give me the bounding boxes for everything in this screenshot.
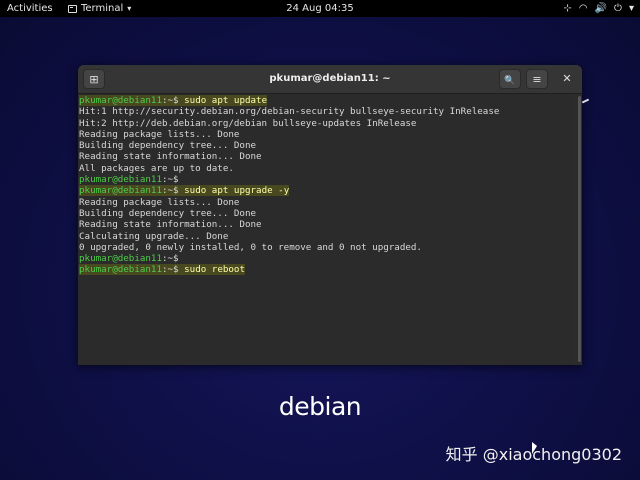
command-text: sudo reboot — [184, 264, 245, 276]
prompt-path: :~$ — [161, 185, 185, 197]
terminal-line: Building dependency tree... Done — [78, 208, 574, 219]
prompt-path: :~$ — [161, 264, 185, 276]
output-text: Hit:1 http://security.debian.org/debian-… — [79, 106, 500, 118]
window-headerbar[interactable]: ⊞ pkumar@debian11: ~ 🔍 ≡ ✕ — [78, 65, 582, 94]
output-text: Reading state information... Done — [79, 219, 262, 231]
output-text: Reading state information... Done — [79, 151, 262, 163]
wifi-icon[interactable]: ◠ — [579, 0, 588, 17]
search-button[interactable]: 🔍 — [499, 69, 521, 89]
output-text: Building dependency tree... Done — [79, 207, 257, 219]
output-text: Reading package lists... Done — [79, 128, 240, 140]
close-button[interactable]: ✕ — [556, 69, 578, 89]
terminal-line: Hit:1 http://security.debian.org/debian-… — [78, 106, 574, 117]
command-text: sudo apt update — [184, 95, 268, 106]
terminal-line: Hit:2 http://deb.debian.org/debian bulls… — [78, 118, 574, 129]
volume-icon[interactable]: 🔊 — [595, 0, 607, 17]
activities-button[interactable]: Activities — [7, 0, 53, 17]
mouse-pointer-icon — [532, 442, 537, 454]
mouse-cursor-mark — [581, 98, 590, 104]
output-text: Reading package lists... Done — [79, 196, 240, 208]
network-icon[interactable]: ⊹ — [563, 0, 571, 17]
prompt-user-host: pkumar@debian11 — [79, 95, 162, 106]
chevron-down-icon: ▾ — [127, 4, 132, 13]
output-text: Building dependency tree... Done — [79, 140, 257, 152]
hamburger-menu-button[interactable]: ≡ — [526, 69, 548, 89]
terminal-line: pkumar@debian11:~$ sudo apt update — [78, 95, 574, 106]
terminal-line: Reading state information... Done — [78, 219, 574, 230]
output-text: 0 upgraded, 0 newly installed, 0 to remo… — [79, 241, 422, 253]
prompt-path: :~$ — [161, 253, 185, 265]
command-text: sudo apt upgrade -y — [184, 185, 290, 197]
scrollbar[interactable] — [577, 94, 582, 365]
output-text: Calculating upgrade... Done — [79, 230, 229, 242]
power-icon[interactable]: ⏻ — [614, 0, 622, 17]
chevron-down-icon[interactable]: ▾ — [629, 0, 634, 17]
prompt-user-host: pkumar@debian11 — [79, 264, 162, 276]
terminal-line: pkumar@debian11:~$ sudo reboot — [78, 264, 574, 276]
search-icon: 🔍 — [504, 76, 516, 86]
terminal-output[interactable]: pkumar@debian11:~$ sudo apt update Hit:1 … — [78, 94, 574, 365]
output-text: Hit:2 http://deb.debian.org/debian bulls… — [79, 117, 417, 129]
prompt-user-host: pkumar@debian11 — [79, 174, 162, 186]
terminal-line: pkumar@debian11:~$ — [78, 174, 574, 185]
terminal-line: pkumar@debian11:~$ sudo apt upgrade -y — [78, 185, 574, 197]
close-icon: ✕ — [562, 72, 572, 85]
top-bar: Activities Terminal ▾ 24 Aug 04:35 ⊹ ◠ 🔊… — [0, 0, 640, 17]
terminal-line: Calculating upgrade... Done — [78, 231, 574, 242]
terminal-line: Reading state information... Done — [78, 151, 574, 162]
prompt-path: :~$ — [161, 174, 185, 186]
app-menu-label: Terminal — [81, 3, 124, 14]
terminal-line: 0 upgraded, 0 newly installed, 0 to remo… — [78, 242, 574, 253]
system-tray[interactable]: ⊹ ◠ 🔊 ⏻ ▾ — [563, 0, 634, 17]
prompt-user-host: pkumar@debian11 — [79, 185, 162, 197]
menu-icon: ≡ — [532, 73, 542, 86]
debian-logo: debian — [0, 392, 640, 421]
terminal-line: Reading package lists... Done — [78, 129, 574, 140]
terminal-line: Building dependency tree... Done — [78, 140, 574, 151]
debian-logo-text-a: deb — [278, 392, 325, 421]
terminal-app-icon — [68, 4, 77, 13]
debian-logo-text-b: ian — [324, 392, 362, 421]
output-text: All packages are up to date. — [79, 162, 234, 174]
terminal-line: pkumar@debian11:~$ — [78, 253, 574, 264]
app-menu-terminal[interactable]: Terminal ▾ — [68, 0, 131, 17]
prompt-path: :~$ — [161, 95, 185, 106]
terminal-line: All packages are up to date. — [78, 163, 574, 174]
terminal-line: Reading package lists... Done — [78, 197, 574, 208]
scrollbar-thumb[interactable] — [578, 96, 581, 362]
prompt-user-host: pkumar@debian11 — [79, 253, 162, 265]
terminal-window[interactable]: ⊞ pkumar@debian11: ~ 🔍 ≡ ✕ pkumar@debian… — [78, 65, 582, 365]
